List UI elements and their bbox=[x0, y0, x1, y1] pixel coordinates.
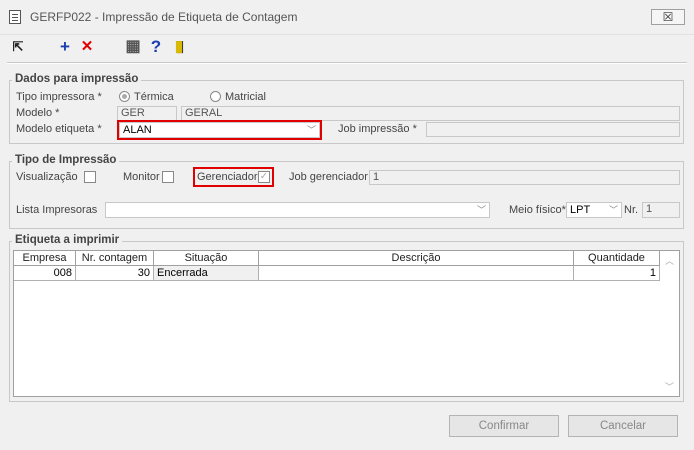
modelo-etiqueta-select[interactable]: ALAN ﹀ bbox=[119, 122, 320, 138]
scroll-down-icon[interactable]: ﹀ bbox=[665, 380, 674, 393]
tipo-impressora-label: Tipo impressora * bbox=[16, 91, 102, 103]
title-bar: GERFP022 - Impressão de Etiqueta de Cont… bbox=[0, 0, 694, 35]
visualizacao-label: Visualização bbox=[16, 171, 78, 183]
column-header-situacao[interactable]: Situação bbox=[154, 251, 259, 266]
etiqueta-table[interactable]: Empresa Nr. contagem Situação Descrição … bbox=[13, 250, 680, 397]
column-header-nr-contagem[interactable]: Nr. contagem bbox=[76, 251, 154, 266]
radio-matricial-label: Matricial bbox=[225, 91, 266, 103]
cell-descricao[interactable] bbox=[259, 266, 574, 281]
lista-impresoras-label: Lista Impresoras bbox=[16, 204, 98, 216]
lista-impresoras-select[interactable]: ﹀ bbox=[105, 202, 490, 218]
chevron-down-icon: ﹀ bbox=[306, 125, 316, 135]
radio-termica-label: Térmica bbox=[134, 91, 174, 103]
modelo-etiqueta-value: ALAN bbox=[123, 124, 152, 136]
visualizacao-checkbox[interactable] bbox=[84, 171, 96, 183]
meio-fisico-value: LPT bbox=[570, 204, 591, 216]
scroll-up-icon[interactable]: ︿ bbox=[665, 254, 674, 267]
job-gerenciador-label: Job gerenciador bbox=[289, 171, 368, 183]
confirmar-label: Confirmar bbox=[478, 420, 530, 432]
job-gerenciador-field[interactable]: 1 bbox=[369, 170, 680, 185]
monitor-label: Monitor bbox=[123, 171, 160, 183]
modelo-code-field[interactable]: GER bbox=[117, 106, 177, 121]
etiqueta-legend: Etiqueta a imprimir bbox=[12, 234, 123, 246]
nr-field[interactable]: 1 bbox=[642, 202, 680, 218]
monitor-checkbox[interactable] bbox=[162, 171, 174, 183]
cancelar-button[interactable]: Cancelar bbox=[568, 415, 678, 437]
job-impressao-field[interactable] bbox=[426, 122, 680, 137]
modelo-etiqueta-label: Modelo etiqueta * bbox=[16, 123, 102, 135]
close-button[interactable]: ☒ bbox=[651, 9, 685, 25]
cancelar-label: Cancelar bbox=[599, 420, 647, 432]
column-header-descricao[interactable]: Descrição bbox=[259, 251, 574, 266]
door-icon[interactable]: ▮ bbox=[170, 38, 188, 56]
toolbar: ⇱ + ✕ ▦ ? ▮ bbox=[0, 34, 694, 59]
modelo-desc-field: GERAL bbox=[181, 106, 680, 121]
chevron-down-icon: ﹀ bbox=[608, 205, 618, 215]
cell-quantidade[interactable]: 1 bbox=[574, 266, 660, 281]
document-icon bbox=[9, 10, 21, 24]
tipo-legend: Tipo de Impressão bbox=[12, 154, 120, 166]
radio-matricial[interactable] bbox=[210, 91, 221, 102]
gerenciador-label: Gerenciador bbox=[197, 171, 258, 183]
delete-icon[interactable]: ✕ bbox=[78, 38, 96, 56]
exit-icon[interactable]: ⇱ bbox=[9, 38, 27, 56]
column-header-empresa[interactable]: Empresa bbox=[14, 251, 76, 266]
modelo-label: Modelo * bbox=[16, 107, 60, 119]
gerenciador-checkbox[interactable]: ✓ bbox=[258, 171, 270, 183]
window-title: GERFP022 - Impressão de Etiqueta de Cont… bbox=[30, 10, 298, 24]
radio-termica[interactable] bbox=[119, 91, 130, 102]
cell-situacao[interactable]: Encerrada bbox=[154, 266, 259, 281]
nr-label: Nr. bbox=[624, 204, 639, 216]
confirmar-button[interactable]: Confirmar bbox=[449, 415, 559, 437]
cell-nr-contagem[interactable]: 30 bbox=[76, 266, 154, 281]
dados-legend: Dados para impressão bbox=[12, 73, 142, 85]
add-icon[interactable]: + bbox=[56, 38, 74, 56]
chevron-down-icon: ﹀ bbox=[476, 205, 486, 215]
job-impressao-label: Job impressão * bbox=[338, 123, 417, 135]
help-icon[interactable]: ? bbox=[147, 38, 165, 56]
meio-fisico-select[interactable]: LPT ﹀ bbox=[566, 202, 622, 218]
meio-fisico-label: Meio físico* bbox=[509, 204, 566, 216]
toolbar-separator bbox=[7, 62, 687, 64]
column-header-quantidade[interactable]: Quantidade bbox=[574, 251, 660, 266]
cell-empresa[interactable]: 008 bbox=[14, 266, 76, 281]
calendar-icon[interactable]: ▦ bbox=[124, 38, 142, 56]
